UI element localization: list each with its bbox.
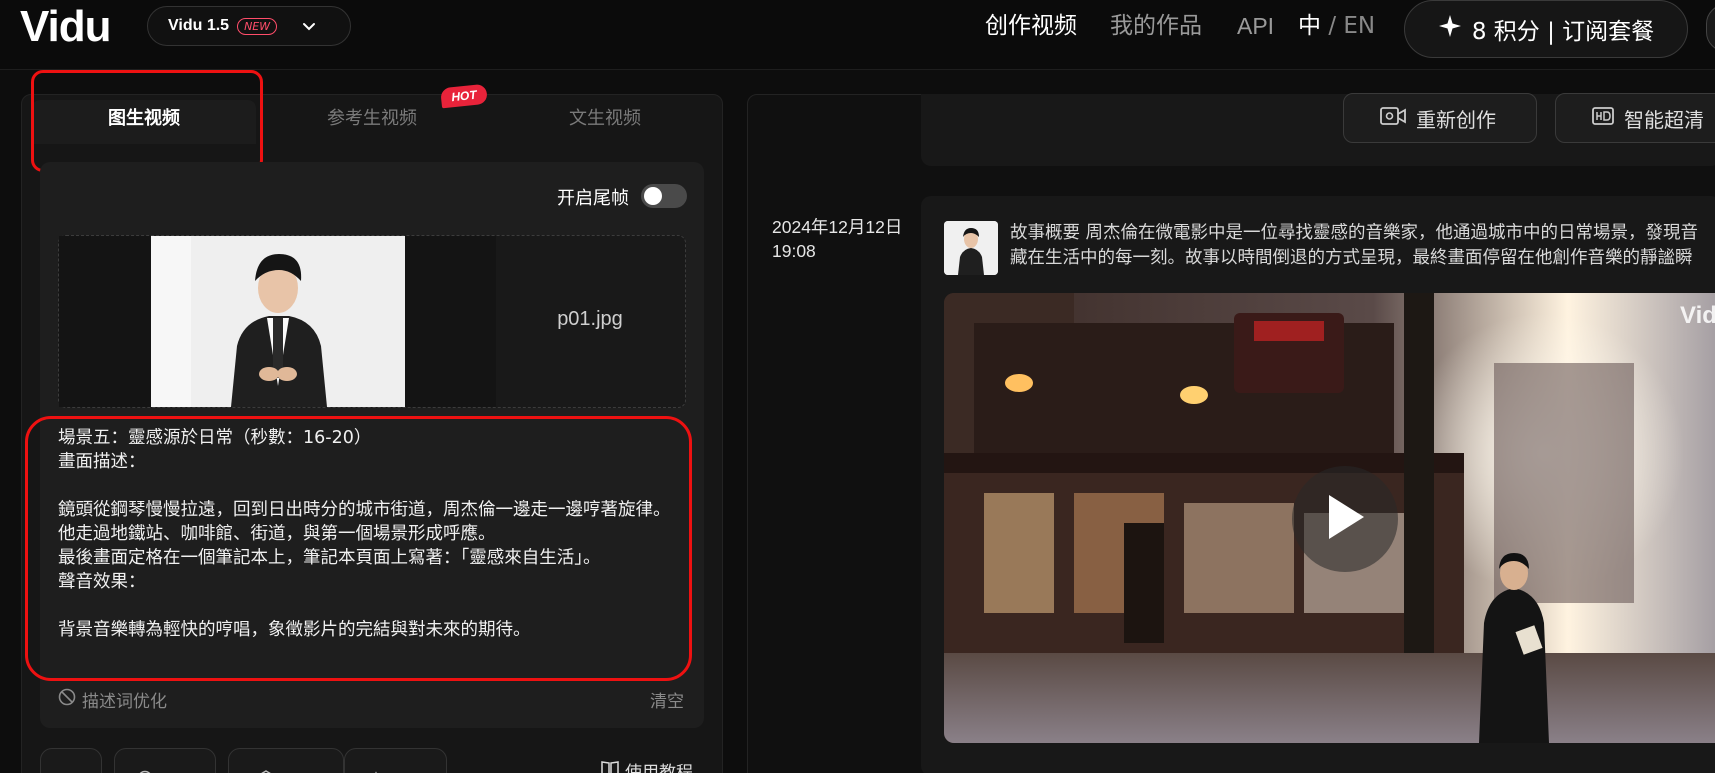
vidu-logo[interactable]: Vidu — [20, 0, 112, 54]
chevron-down-icon — [299, 16, 319, 36]
tail-frame-toggle[interactable] — [641, 184, 687, 208]
video-watermark: Vidu — [1680, 302, 1715, 329]
hd-icon — [1592, 106, 1614, 130]
play-button[interactable] — [1292, 466, 1398, 572]
smart-upscale-button[interactable]: 智能超清 — [1555, 93, 1715, 143]
nav-api[interactable]: API — [1237, 10, 1274, 42]
clear-button[interactable]: 清空 — [650, 687, 684, 712]
timestamp-date: 2024年12月12日 — [772, 217, 903, 237]
uploaded-image-thumbnail[interactable] — [151, 236, 405, 407]
duration-chip[interactable]: 4 秒 — [114, 748, 216, 773]
prompt-optimize-toggle[interactable]: 描述词优化 — [58, 687, 167, 712]
toggle-knob — [644, 187, 662, 205]
video-camera-icon — [1380, 106, 1406, 131]
auto-label: 自动 — [390, 768, 424, 773]
disabled-circle-icon — [58, 688, 76, 711]
cube-icon — [258, 769, 274, 773]
optimize-label: 描述词优化 — [82, 692, 167, 712]
chip-a-label: 云 — [63, 768, 80, 773]
annotation-highlight-tab — [31, 70, 263, 172]
sparkle-icon — [1438, 14, 1462, 44]
tab-text-to-video[interactable]: 文生视频 — [500, 100, 710, 144]
speed-chip[interactable]: 极速 — [228, 748, 344, 773]
credits-subscribe-button[interactable]: 8 积分 | 订阅套餐 — [1404, 0, 1688, 58]
timestamp-time: 19:08 — [772, 241, 816, 261]
lang-separator: / — [1328, 13, 1337, 39]
camera-movement-icon — [368, 770, 384, 773]
story-line-2: 藏在生活中的每一刻。故事以時間倒退的方式呈現，最終畫面停留在他創作音樂的靜謐瞬 — [1010, 248, 1693, 268]
tutorial-label: 使用教程 — [625, 763, 693, 773]
auto-chip[interactable]: 自动 — [344, 748, 447, 773]
story-line-1: 故事概要 周杰倫在微電影中是一位尋找靈感的音樂家，他通過城市中的日常場景，發現音 — [1010, 223, 1699, 243]
clock-icon — [137, 770, 153, 773]
lang-zh[interactable]: 中 — [1298, 13, 1321, 39]
model-selector[interactable]: Vidu 1.5 NEW — [147, 6, 351, 46]
new-badge: NEW — [237, 17, 278, 35]
lang-en[interactable]: EN — [1343, 13, 1375, 39]
upload-file-name: p01.jpg — [557, 308, 623, 330]
option-chip-cloud[interactable]: 云 — [40, 748, 102, 773]
annotation-highlight-prompt — [25, 416, 692, 681]
model-name: Vidu 1.5 — [168, 17, 230, 34]
book-icon — [601, 760, 619, 773]
hd-label: 智能超清 — [1624, 107, 1704, 132]
nav-my-works[interactable]: 我的作品 — [1110, 10, 1202, 42]
duration-label: 4 秒 — [159, 768, 192, 773]
recreate-label: 重新创作 — [1416, 107, 1496, 132]
recreate-button[interactable]: 重新创作 — [1343, 93, 1537, 143]
tutorial-link[interactable]: 使用教程 — [601, 758, 693, 773]
nav-create-video[interactable]: 创作视频 — [985, 10, 1077, 42]
language-switch[interactable]: 中 / EN — [1298, 10, 1375, 42]
reference-image-thumbnail[interactable] — [944, 221, 998, 275]
credits-label: 8 积分 | 订阅套餐 — [1471, 19, 1655, 45]
speed-label: 极速 — [280, 768, 314, 773]
play-icon — [1323, 492, 1367, 546]
tail-frame-label: 开启尾帧 — [557, 188, 629, 209]
story-summary: 故事概要 周杰倫在微電影中是一位尋找靈感的音樂家，他通過城市中的日常場景，發現音… — [1010, 221, 1715, 271]
generation-timestamp: 2024年12月12日 19:08 — [772, 215, 902, 263]
